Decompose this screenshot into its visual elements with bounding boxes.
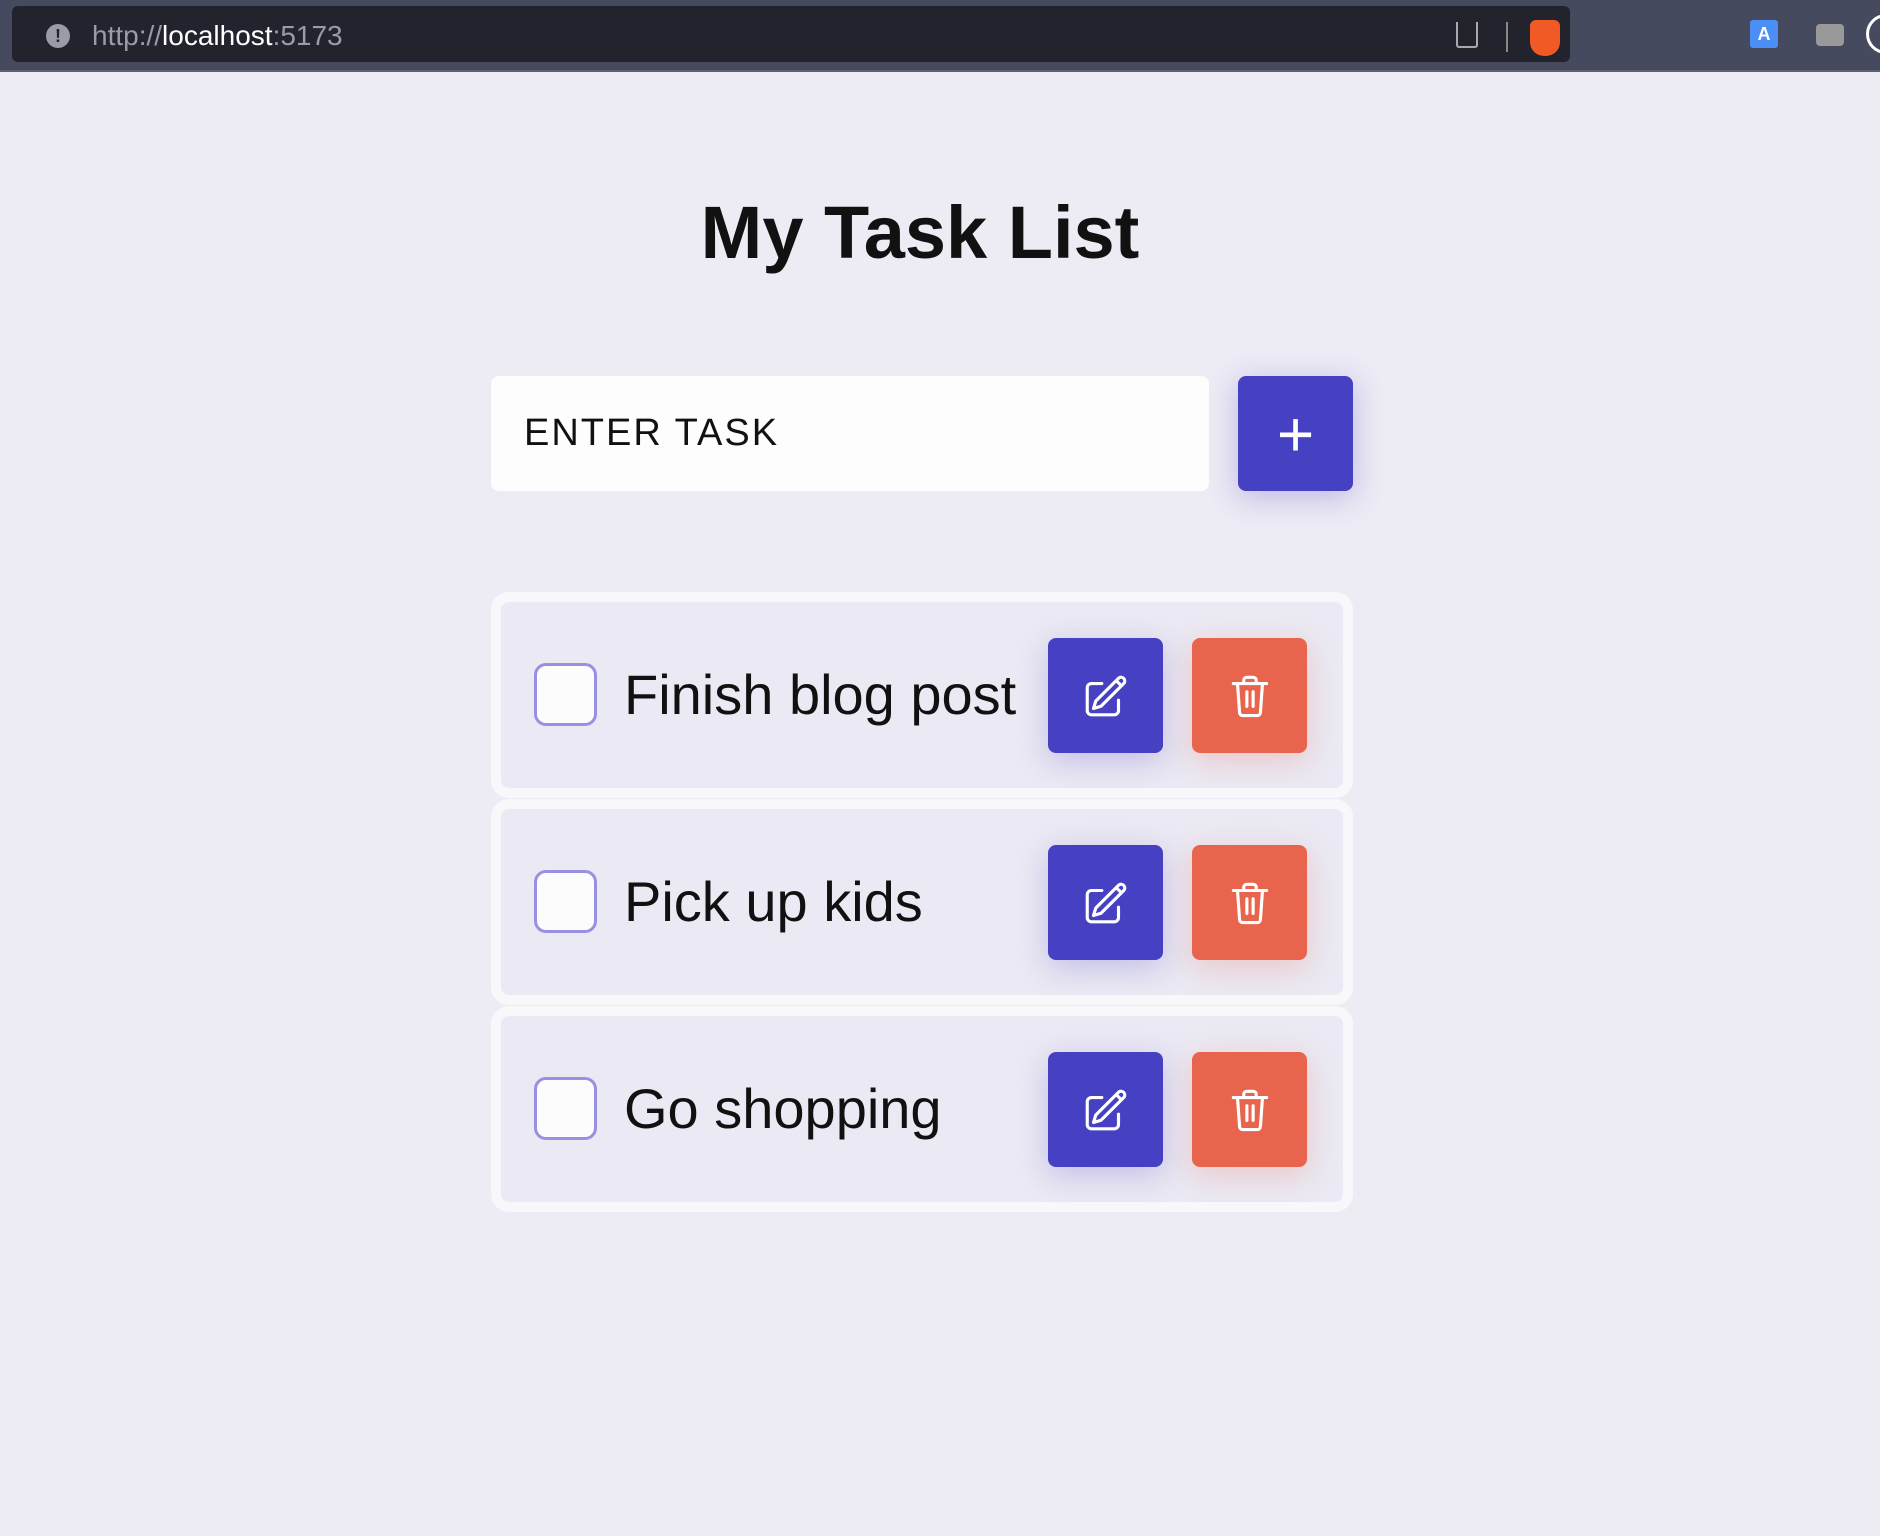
- trash-icon: [1231, 1089, 1268, 1131]
- trash-icon: [1231, 882, 1268, 924]
- edit-task-button[interactable]: [1048, 638, 1163, 753]
- address-bar[interactable]: ! http://localhost:5173: [12, 6, 1570, 62]
- url-scheme: http://: [92, 20, 163, 51]
- delete-task-button[interactable]: [1192, 638, 1307, 753]
- delete-task-button[interactable]: [1192, 1052, 1307, 1167]
- url-text[interactable]: http://localhost:5173: [92, 20, 343, 52]
- share-icon[interactable]: [1456, 22, 1478, 48]
- url-port: :5173: [272, 20, 343, 51]
- camera-icon[interactable]: [1816, 24, 1844, 46]
- task-input[interactable]: [491, 376, 1209, 491]
- brave-shields-icon[interactable]: [1530, 20, 1560, 56]
- task-checkbox[interactable]: [534, 663, 597, 726]
- divider: [1506, 22, 1508, 52]
- browser-toolbar: ! http://localhost:5173 A: [0, 0, 1880, 72]
- task-item: Pick up kids: [491, 799, 1353, 1005]
- edit-task-button[interactable]: [1048, 845, 1163, 960]
- task-item: Go shopping: [491, 1006, 1353, 1212]
- url-host: localhost: [162, 20, 273, 51]
- plus-icon: +: [1276, 397, 1315, 470]
- task-item: Finish blog post: [491, 592, 1353, 798]
- add-task-button[interactable]: +: [1238, 376, 1353, 491]
- task-text: Finish blog post: [624, 663, 1017, 726]
- page-title: My Task List: [700, 191, 1140, 274]
- pencil-square-icon: [1085, 1089, 1126, 1130]
- task-checkbox[interactable]: [534, 870, 597, 933]
- translate-icon[interactable]: A: [1750, 20, 1778, 48]
- edit-task-button[interactable]: [1048, 1052, 1163, 1167]
- pencil-square-icon: [1085, 675, 1126, 716]
- pencil-square-icon: [1085, 882, 1126, 923]
- delete-task-button[interactable]: [1192, 845, 1307, 960]
- profile-avatar[interactable]: [1866, 14, 1880, 54]
- task-text: Pick up kids: [624, 870, 923, 933]
- site-info-icon[interactable]: !: [46, 24, 70, 48]
- task-checkbox[interactable]: [534, 1077, 597, 1140]
- trash-icon: [1231, 675, 1268, 717]
- task-text: Go shopping: [624, 1077, 942, 1140]
